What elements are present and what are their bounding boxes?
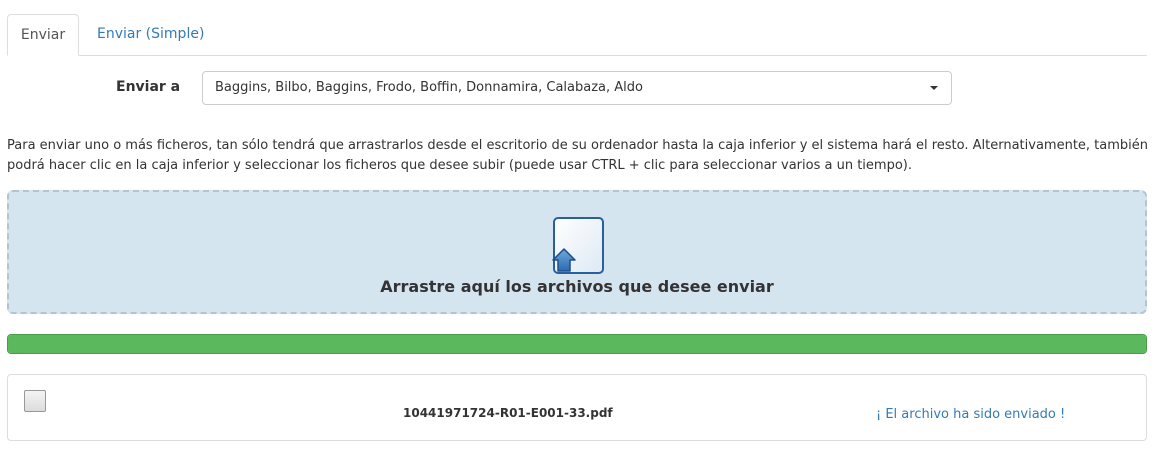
tab-enviar[interactable]: Enviar: [7, 14, 79, 56]
recipient-select-value: Baggins, Bilbo, Baggins, Frodo, Boffin, …: [215, 80, 643, 95]
help-text: Para enviar uno o más ficheros, tan sólo…: [7, 138, 1149, 173]
dropzone-text: Arrastre aquí los archivos que desee env…: [380, 277, 774, 296]
recipient-select[interactable]: Baggins, Bilbo, Baggins, Frodo, Boffin, …: [202, 71, 952, 105]
tab-bar: Enviar Enviar (Simple): [7, 14, 1147, 56]
chevron-down-icon: [930, 86, 938, 90]
send-to-label: Enviar a: [116, 79, 181, 95]
file-upload-icon: [552, 217, 604, 274]
upload-progress-bar: [7, 334, 1147, 354]
file-name: 10441971724-R01-E001-33.pdf: [403, 406, 613, 420]
file-status-link[interactable]: ¡ El archivo ha sido enviado !: [876, 407, 1065, 422]
file-list-item: 10441971724-R01-E001-33.pdf ¡ El archivo…: [7, 374, 1147, 441]
upload-progress-fill: [8, 335, 1146, 353]
file-select-checkbox[interactable]: [24, 390, 46, 412]
file-dropzone[interactable]: Arrastre aquí los archivos que desee env…: [7, 190, 1147, 314]
tab-enviar-simple[interactable]: Enviar (Simple): [81, 14, 220, 56]
